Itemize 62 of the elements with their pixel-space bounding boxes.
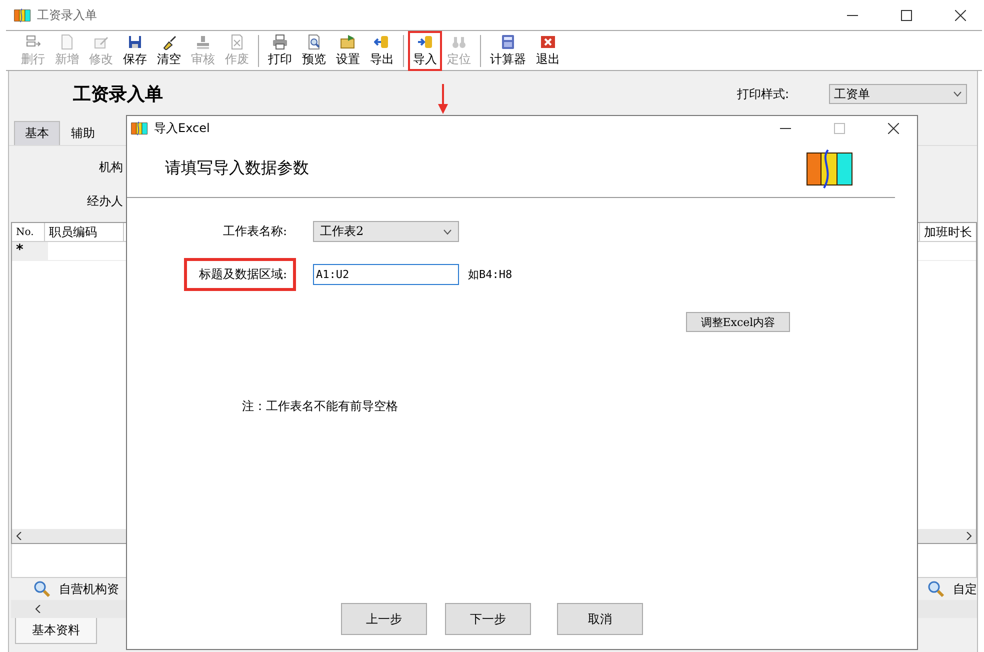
form-title: 工资录入单 [73,83,163,106]
logo-icon [131,120,148,136]
folder-icon [340,34,356,50]
dialog-title: 导入Excel [154,120,211,136]
dialog-button[interactable]: 取消 [557,603,643,635]
toolbar-button[interactable]: 预览 [297,30,331,70]
tab[interactable]: 基本 [14,121,60,145]
column-header[interactable]: 加班时长 [919,223,976,241]
scroll-right-icon[interactable] [966,532,972,540]
magnifier-icon [33,580,51,598]
lookup-link[interactable]: 自营机构资 [33,580,119,598]
lookup-link[interactable]: 自定 [927,580,977,598]
field-label: 标题及数据区域: [184,258,296,291]
toolbar-button[interactable]: 导出 [365,30,399,70]
scroll-left-icon[interactable] [35,605,41,613]
dialog-heading: 请填写导入数据参数 [165,158,309,179]
printer-icon [272,34,288,50]
stamp-icon [195,34,211,50]
exit-icon [540,34,556,50]
field-label: 经办人 [86,192,123,210]
range-input-field[interactable]: A1:U2 [313,264,459,285]
magnifier-icon [306,34,322,50]
print-style-dropdown[interactable]: 工资单 [829,84,967,104]
rows-icon [25,34,41,50]
caret-icon [443,228,452,234]
toolbar-button[interactable]: 设置 [331,30,365,70]
close-icon[interactable] [954,10,966,20]
document-icon [229,34,245,50]
dialog-button[interactable]: 上一步 [341,603,427,635]
caret-icon [953,91,962,97]
magnifier-icon [927,580,945,598]
scroll-left-icon[interactable] [16,532,22,540]
field-label: 工作表名称: [222,223,288,240]
print-style-label: 打印样式: [736,86,789,102]
toolbar-button[interactable]: 退出 [531,30,565,70]
export-icon [374,34,390,50]
toolbar-button[interactable]: 计算器 [485,30,531,70]
window-title: 工资录入单 [37,6,98,24]
adjust-excel-button[interactable]: 调整Excel内容 [686,312,790,332]
tab[interactable]: 辅助 [60,121,106,145]
toolbar-button[interactable]: 导入 [408,30,442,70]
column-header[interactable]: 职员编码 [45,223,124,241]
note-text: 注：工作表名不能有前导空格 [242,398,399,415]
document-icon [59,34,75,50]
dialog-button[interactable]: 下一步 [445,603,531,635]
calculator-icon [500,34,516,50]
logo-icon [805,148,855,188]
new-row-marker: * [12,242,48,260]
hint-text: 如B4:H8 [468,267,512,282]
arrow-icon [437,84,449,114]
field-label: 机构 [98,158,123,176]
maximize-icon[interactable] [900,10,912,20]
import-icon [417,34,433,50]
column-header[interactable]: No. [12,223,45,241]
close-icon[interactable] [888,122,898,134]
toolbar-button[interactable]: 保存 [118,30,152,70]
sheet-dropdown[interactable]: 工作表2 [313,221,459,242]
tab[interactable]: 基本资料 [15,618,97,644]
toolbar-button[interactable]: 清空 [152,30,186,70]
logo-icon [14,8,31,22]
brush-icon [161,34,177,50]
toolbar-button[interactable]: 打印 [263,30,297,70]
